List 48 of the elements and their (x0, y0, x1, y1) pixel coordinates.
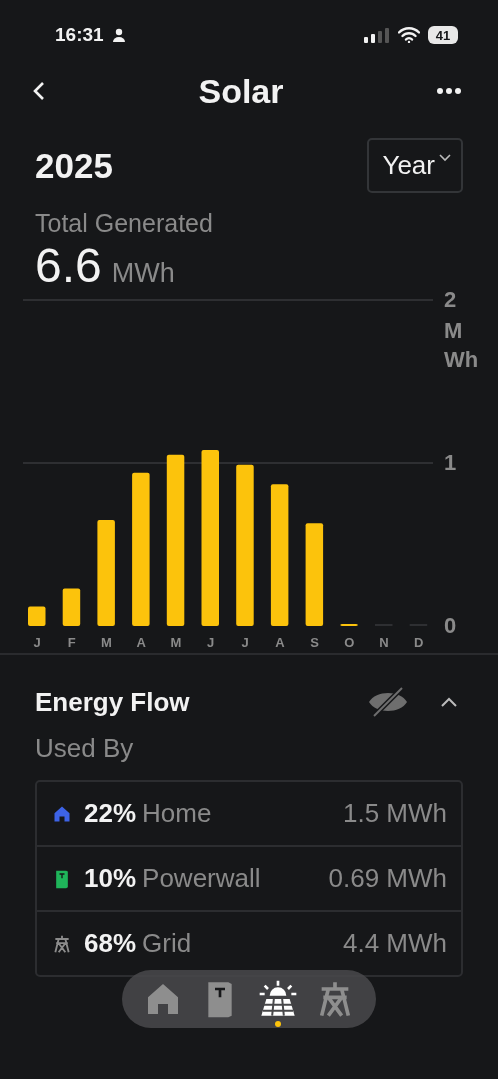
month-label: S (310, 635, 319, 650)
bar (62, 588, 81, 626)
month-label: N (379, 635, 389, 650)
energy-amount: 1.5 MWh (342, 798, 447, 829)
signal-icon (364, 27, 390, 43)
axis-tick-label: 2 (444, 288, 457, 313)
solar-panel-icon (257, 979, 298, 1019)
axis-tick-label: 1 (444, 451, 457, 476)
page-title: Solar (198, 71, 284, 111)
energy-amount: 0.69 MWh (328, 863, 447, 894)
section-title: Energy Flow (35, 686, 190, 718)
consumer-name: Home (142, 798, 212, 829)
month-label: O (344, 635, 355, 650)
percent-value: 10% (84, 863, 137, 894)
total-value: 6.6 (35, 238, 102, 293)
month-label: F (67, 635, 76, 650)
period-dropdown[interactable]: Year (367, 138, 463, 193)
wifi-icon (398, 27, 420, 43)
energy-amount: 4.4 MWh (342, 928, 447, 959)
status-time: 16:31 (55, 24, 104, 46)
hide-icon[interactable] (366, 685, 410, 719)
tab[interactable] (257, 979, 298, 1028)
section-subtitle: Used By (34, 732, 135, 764)
more-button[interactable] (436, 87, 462, 95)
back-button[interactable] (32, 80, 46, 102)
percent-value: 22% (84, 798, 137, 829)
collapse-button[interactable] (440, 696, 458, 708)
consumer-name: Powerwall (142, 863, 261, 894)
month-label: M (170, 635, 182, 650)
total-unit: MWh (111, 258, 175, 289)
bar (28, 606, 46, 626)
month-label: M (101, 635, 112, 650)
month-label: J (33, 635, 41, 650)
month-label: J (241, 635, 249, 650)
month-label: A (275, 635, 285, 650)
year-label: 2025 (35, 145, 113, 186)
percent-value: 68% (84, 928, 137, 959)
axis-tick-label: 0 (444, 614, 457, 639)
axis-unit-label: MWh (444, 317, 480, 374)
consumer-name: Grid (142, 928, 192, 959)
month-label: D (414, 635, 424, 650)
month-label: J (206, 635, 215, 650)
total-label: Total Generated (34, 208, 214, 238)
chevron-down-icon (439, 154, 451, 162)
selected-dot (274, 1021, 281, 1027)
person-icon (111, 28, 126, 42)
battery-level: 41 (428, 26, 458, 44)
month-label: A (136, 635, 146, 650)
